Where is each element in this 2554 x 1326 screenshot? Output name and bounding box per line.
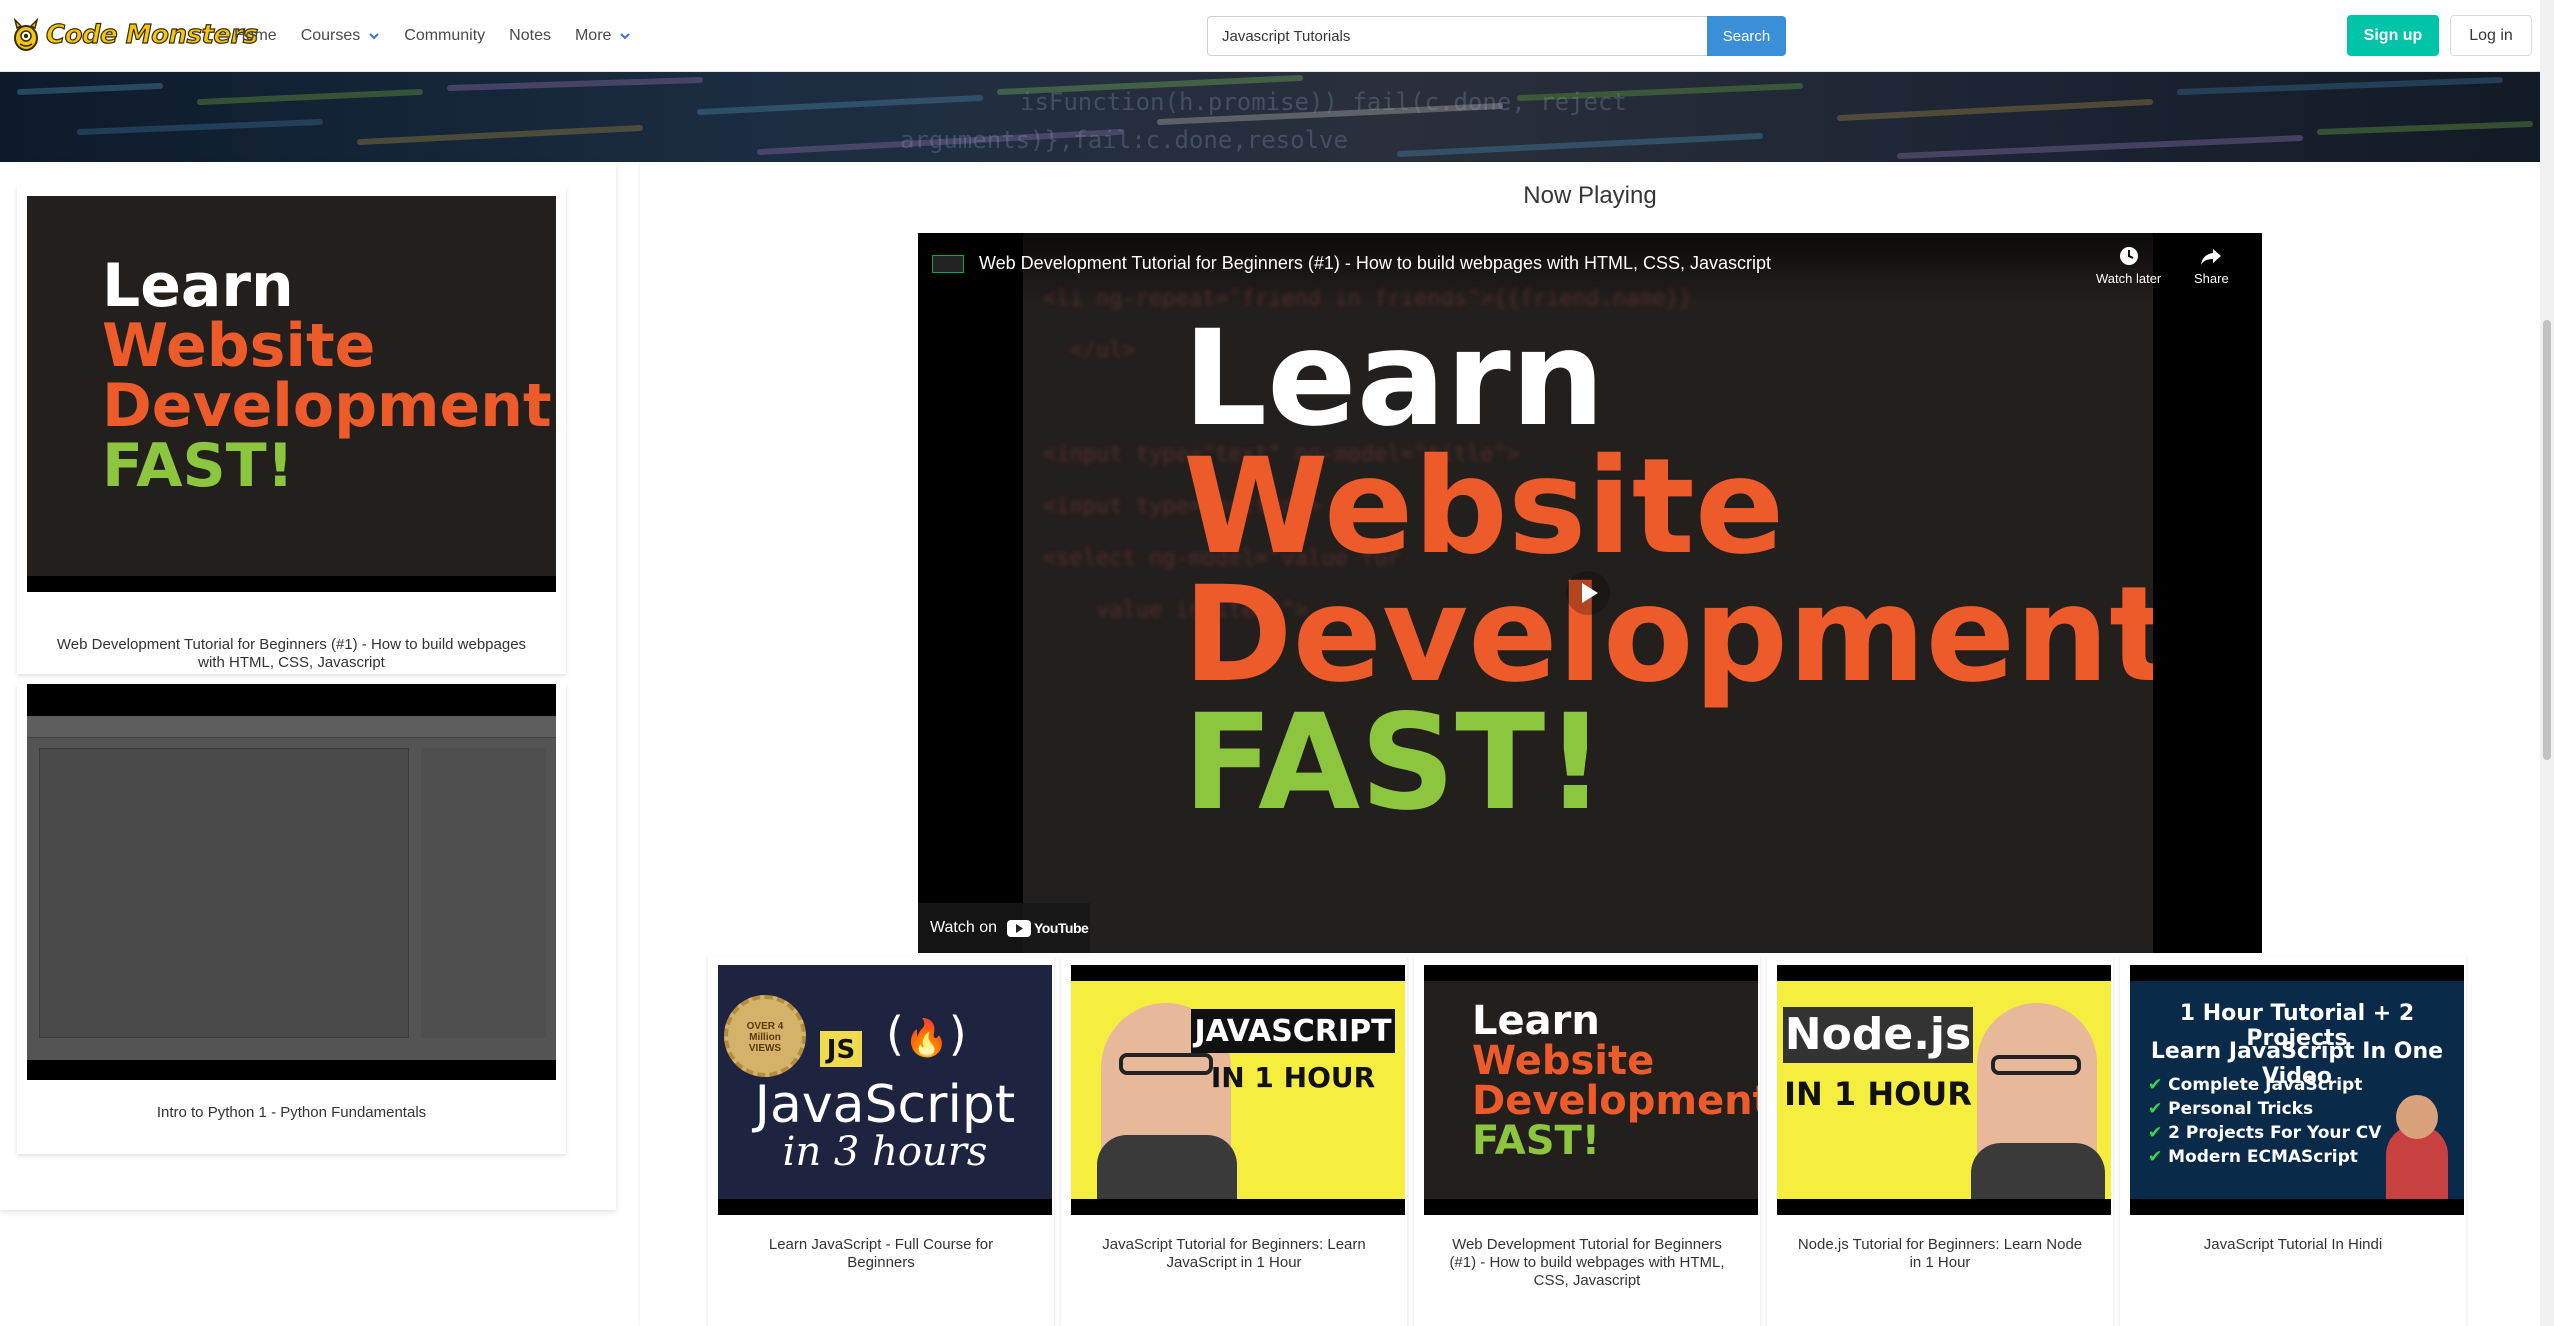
playlist-card[interactable]: JAVASCRIPT IN 1 HOUR JavaScript Tutorial… (1061, 956, 1407, 1326)
thumb-bullets: ✔ Complete JavaScript ✔ Personal Tricks … (2148, 1075, 2382, 1167)
nav-item-notes[interactable]: Notes (509, 27, 551, 45)
player-thumb-text: Learn (1183, 302, 1605, 456)
video-thumbnail: Learn Website Development FAST! (27, 196, 556, 592)
js-badge: JS (820, 1031, 862, 1067)
thumb-text: Website (102, 311, 376, 381)
search-bar: Search (1207, 16, 1786, 56)
thumb-text: in 3 hours (782, 1129, 988, 1175)
thumb-text: FAST! (102, 431, 295, 501)
playlist-card[interactable]: Learn Website Development FAST! Web Deve… (1414, 956, 1760, 1326)
playlist-card[interactable]: OVER 4 Million VIEWS JS (🔥) JavaScript i… (708, 956, 1054, 1326)
watch-later-label: Watch later (2096, 271, 2162, 286)
thumb-text: JAVASCRIPT (1191, 1009, 1395, 1053)
thumb-text: Development (1472, 1078, 1758, 1124)
svg-text:arguments)},fail:c.done,resolv: arguments)},fail:c.done,resolve (900, 126, 1348, 154)
watch-later-button[interactable]: Watch later (2096, 245, 2161, 286)
playlist-row: OVER 4 Million VIEWS JS (🔥) JavaScript i… (708, 956, 2472, 1326)
top-navbar: Code Monsters Home Courses Community Not… (0, 0, 2540, 72)
nav-item-more[interactable]: More (575, 27, 631, 45)
now-playing-heading: Now Playing (1523, 182, 1657, 209)
video-title: JavaScript Tutorial In Hindi (2203, 1236, 2383, 1253)
video-title: JavaScript Tutorial for Beginners: Learn… (1102, 1236, 1366, 1271)
sidebar-video-card[interactable]: Intro to Python 1 - Python Fundamentals (17, 684, 566, 1154)
player-thumb-text: Development (1183, 558, 2153, 712)
code-background-image: isFunction(h.promise)) fail(c.done, reje… (17, 75, 2533, 159)
video-title: Web Development Tutorial for Beginners (… (56, 636, 527, 671)
video-thumbnail: Node.js IN 1 HOUR (1777, 965, 2111, 1215)
video-sidebar: Learn Website Development FAST! Web Deve… (0, 162, 616, 1210)
video-thumbnail: OVER 4 Million VIEWS JS (🔥) JavaScript i… (718, 965, 1052, 1215)
thumb-text: JavaScript (754, 1075, 1016, 1135)
player-thumb-text: Website (1183, 430, 1785, 584)
svg-text:isFunction(h.promise)) fail(c.: isFunction(h.promise)) fail(c.done, reje… (1020, 88, 1627, 116)
nav-item-label: Community (404, 27, 486, 44)
chevron-down-icon (620, 33, 631, 40)
nav-item-courses[interactable]: Courses (301, 27, 381, 45)
thumb-text: Learn (1472, 998, 1600, 1044)
share-button[interactable]: Share (2194, 245, 2229, 286)
nav-item-home[interactable]: Home (234, 27, 277, 45)
video-title: Intro to Python 1 - Python Fundamentals (156, 1104, 427, 1121)
video-thumbnail (27, 684, 556, 1080)
channel-avatar[interactable] (932, 255, 964, 273)
main-content: Now Playing <li ng-repeat="friend in fri… (640, 162, 2540, 1326)
brand-link[interactable]: Code Monsters (12, 18, 259, 52)
nav-links: Home Courses Community Notes More (234, 0, 655, 72)
video-thumbnail: JAVASCRIPT IN 1 HOUR (1071, 965, 1405, 1215)
youtube-label: YouTube (1034, 920, 1089, 936)
brand-name: Code Monsters (45, 19, 259, 50)
chevron-down-icon (369, 33, 379, 40)
nav-item-label: Home (234, 27, 277, 44)
thumb-text: Learn (102, 251, 294, 321)
thumb-bullet: Complete JavaScript (2168, 1075, 2363, 1095)
signup-button[interactable]: Sign up (2347, 15, 2439, 56)
thumb-bullet: Modern ECMAScript (2168, 1147, 2358, 1167)
views-seal: OVER 4 Million VIEWS (746, 1021, 784, 1054)
player-thumb-text: FAST! (1183, 686, 1606, 840)
share-label: Share (2194, 271, 2229, 286)
sidebar-video-card[interactable]: Learn Website Development FAST! Web Deve… (17, 186, 566, 674)
scrollbar-thumb[interactable] (2543, 320, 2551, 760)
fcc-icon: (🔥) (886, 1007, 967, 1061)
thumb-text: Development (102, 371, 552, 441)
video-thumbnail: 1 Hour Tutorial + 2 Projects Learn JavaS… (2130, 965, 2464, 1215)
search-input[interactable] (1207, 16, 1707, 56)
thumb-bullet: Personal Tricks (2168, 1099, 2314, 1119)
nav-item-label: Notes (509, 27, 551, 44)
login-button[interactable]: Log in (2450, 15, 2532, 56)
video-title: Web Development Tutorial for Beginners (… (1449, 1236, 1725, 1289)
nav-item-label: Courses (300, 27, 361, 44)
video-title: Learn JavaScript - Full Course for Begin… (768, 1236, 994, 1271)
thumb-text: IN 1 HOUR (1210, 1061, 1376, 1094)
thumb-text: IN 1 HOUR (1784, 1075, 1972, 1113)
nav-item-label: More (574, 27, 612, 44)
youtube-play-icon (1007, 919, 1031, 937)
playlist-card[interactable]: 1 Hour Tutorial + 2 Projects Learn JavaS… (2120, 956, 2466, 1326)
nav-item-community[interactable]: Community (404, 27, 485, 45)
video-player[interactable]: <li ng-repeat="friend in friends">{{frie… (918, 233, 2262, 953)
hero-banner: isFunction(h.promise)) fail(c.done, reje… (0, 72, 2540, 162)
thumb-text: Website (1472, 1038, 1655, 1084)
thumb-text: Node.js (1783, 1007, 1973, 1063)
thumb-bullet: 2 Projects For Your CV (2168, 1123, 2382, 1143)
watch-on-label: Watch on (930, 919, 997, 936)
video-title: Node.js Tutorial for Beginners: Learn No… (1797, 1236, 2083, 1271)
search-button[interactable]: Search (1707, 16, 1786, 56)
play-icon[interactable] (1564, 569, 1612, 617)
playlist-card[interactable]: Node.js IN 1 HOUR Node.js Tutorial for B… (1767, 956, 2113, 1326)
monster-logo-icon (13, 18, 39, 51)
clock-icon (2119, 247, 2138, 265)
video-thumbnail: Learn Website Development FAST! (1424, 965, 1758, 1215)
watch-on-youtube-button[interactable]: Watch on YouTube (918, 903, 1090, 953)
share-icon (2201, 249, 2222, 265)
player-video-title[interactable]: Web Development Tutorial for Beginners (… (979, 253, 1771, 274)
thumb-text: FAST! (1472, 1118, 1601, 1164)
youtube-logo: YouTube (1007, 919, 1089, 937)
